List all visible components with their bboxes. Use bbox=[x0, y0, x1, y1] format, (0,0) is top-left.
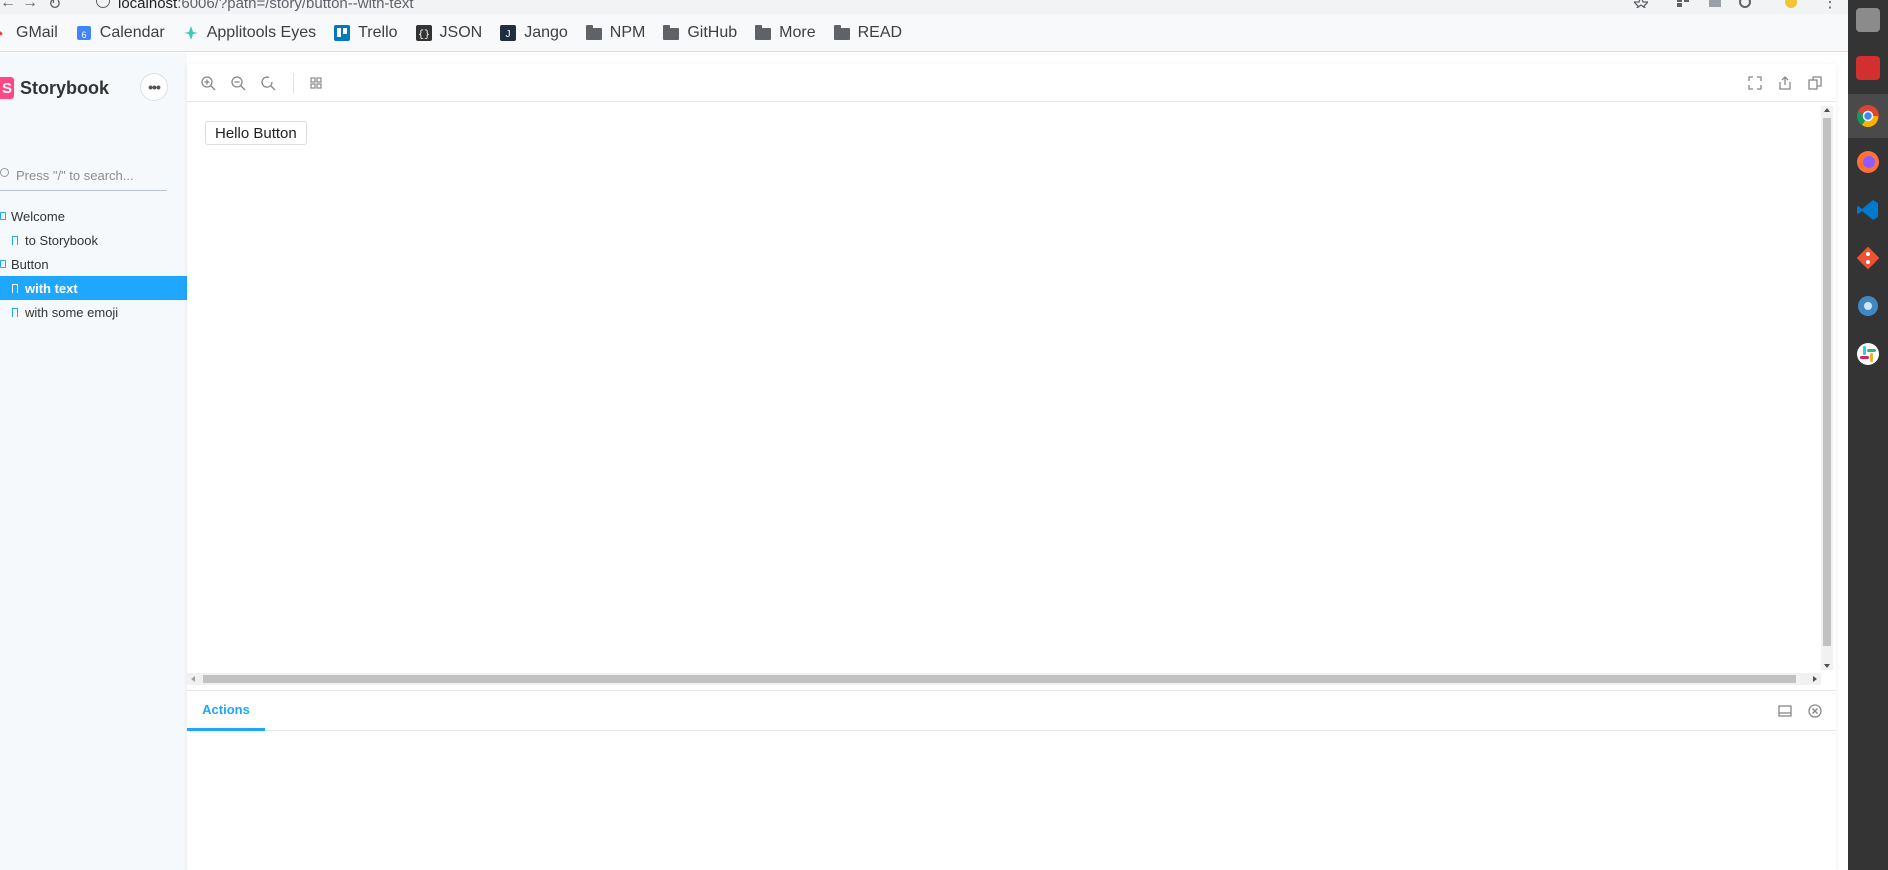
bookmark-npm[interactable]: NPM bbox=[585, 24, 645, 42]
search-box bbox=[0, 161, 167, 191]
extension-g-icon[interactable] bbox=[1738, 0, 1752, 8]
scroll-right-icon[interactable] bbox=[1813, 676, 1817, 682]
bookmark-jango[interactable]: J Jango bbox=[500, 24, 568, 42]
terminal-app-icon[interactable] bbox=[1856, 56, 1880, 80]
fullscreen-icon[interactable] bbox=[1747, 75, 1763, 91]
zoom-reset-icon[interactable] bbox=[260, 75, 276, 91]
qr-code-icon[interactable] bbox=[1676, 0, 1690, 8]
toolbar-divider bbox=[293, 73, 294, 93]
trello-icon bbox=[334, 24, 351, 41]
close-panel-icon[interactable] bbox=[1807, 703, 1823, 719]
browser-menu-icon[interactable]: ⋮ bbox=[1822, 0, 1838, 12]
folder-icon bbox=[663, 24, 680, 40]
folder-icon bbox=[585, 24, 602, 40]
copy-link-icon[interactable] bbox=[1807, 75, 1823, 91]
storybook-sidebar: S Storybook ••• Welcome to Storybook But… bbox=[0, 53, 187, 870]
scroll-up-icon[interactable] bbox=[1824, 108, 1830, 112]
bookmark-applitools[interactable]: Applitools Eyes bbox=[183, 24, 316, 42]
svg-text:{}: {} bbox=[418, 29, 430, 41]
bookmark-story-icon bbox=[12, 283, 18, 293]
preview-toolbar bbox=[187, 64, 1836, 102]
search-input[interactable] bbox=[16, 165, 164, 185]
svg-text:J: J bbox=[506, 29, 511, 40]
bookmark-more[interactable]: More bbox=[755, 24, 816, 42]
tree-group-welcome[interactable]: Welcome bbox=[0, 204, 187, 228]
sidebar-menu-button[interactable]: ••• bbox=[140, 73, 168, 101]
horizontal-scroll-thumb[interactable] bbox=[203, 675, 1796, 683]
site-info-icon[interactable] bbox=[96, 0, 110, 8]
component-icon bbox=[0, 260, 6, 268]
zoom-out-icon[interactable] bbox=[230, 75, 246, 91]
zoom-in-icon[interactable] bbox=[200, 75, 216, 91]
bookmark-trello[interactable]: Trello bbox=[334, 24, 398, 42]
applitools-icon bbox=[183, 25, 198, 40]
storybook-brand[interactable]: S Storybook bbox=[0, 73, 109, 103]
bookmarks-bar: GMail 6 Calendar Applitools Eyes Trello … bbox=[0, 14, 1848, 52]
folder-icon bbox=[833, 24, 850, 40]
files-app-icon[interactable] bbox=[1856, 8, 1880, 32]
brand-title: Storybook bbox=[20, 77, 110, 98]
bookmark-github[interactable]: GitHub bbox=[663, 24, 737, 42]
story-tree: Welcome to Storybook Button with text wi… bbox=[0, 204, 187, 324]
jango-icon: J bbox=[500, 24, 517, 41]
tab-actions[interactable]: Actions bbox=[187, 691, 265, 731]
calendar-icon: 6 bbox=[76, 25, 91, 40]
svg-text:6: 6 bbox=[81, 30, 86, 40]
vertical-scrollbar[interactable] bbox=[1821, 106, 1833, 670]
vertical-scroll-thumb[interactable] bbox=[1823, 118, 1831, 646]
shutter-icon[interactable] bbox=[1856, 294, 1880, 318]
reload-icon[interactable]: ↻ bbox=[48, 0, 61, 14]
back-arrow-icon[interactable]: ← bbox=[0, 0, 16, 12]
open-new-tab-icon[interactable] bbox=[1777, 75, 1793, 91]
bookmark-story-icon bbox=[12, 235, 18, 245]
tree-story-to-storybook[interactable]: to Storybook bbox=[0, 228, 187, 252]
forward-arrow-icon[interactable]: → bbox=[22, 0, 38, 12]
horizontal-scrollbar[interactable] bbox=[187, 673, 1821, 685]
grid-icon[interactable] bbox=[308, 75, 324, 91]
search-icon bbox=[0, 168, 9, 177]
preview-panel: Hello Button Actions bbox=[187, 64, 1836, 870]
git-icon[interactable] bbox=[1856, 246, 1880, 270]
addons-tab-bar: Actions bbox=[187, 691, 1836, 731]
scroll-left-icon[interactable] bbox=[191, 676, 195, 682]
chrome-icon[interactable] bbox=[1856, 104, 1880, 128]
bookmark-calendar[interactable]: 6 Calendar bbox=[76, 24, 165, 42]
folder-icon bbox=[755, 24, 772, 40]
gmail-icon bbox=[0, 30, 3, 35]
storybook-logo: S bbox=[0, 77, 14, 99]
component-icon bbox=[0, 212, 6, 220]
json-icon: {} bbox=[415, 24, 432, 41]
extension-icon[interactable] bbox=[1708, 0, 1722, 8]
browser-url-bar: ← → ↻ localhost:6006/?path=/story/button… bbox=[0, 0, 1848, 14]
panel-position-icon[interactable] bbox=[1777, 703, 1793, 719]
bookmark-gmail[interactable]: GMail bbox=[0, 24, 58, 42]
bookmark-star-icon[interactable] bbox=[1634, 0, 1648, 8]
scroll-down-icon[interactable] bbox=[1824, 664, 1830, 668]
bookmark-story-icon bbox=[12, 307, 18, 317]
firefox-icon[interactable] bbox=[1856, 150, 1880, 174]
addons-panel: Actions bbox=[187, 690, 1836, 870]
tree-story-with-text[interactable]: with text bbox=[0, 276, 187, 300]
hello-button[interactable]: Hello Button bbox=[205, 121, 307, 145]
profile-avatar-icon[interactable] bbox=[1784, 0, 1798, 8]
slack-icon[interactable] bbox=[1856, 342, 1880, 366]
tree-group-button[interactable]: Button bbox=[0, 252, 187, 276]
os-dock bbox=[1848, 0, 1888, 870]
address-field[interactable]: localhost:6006/?path=/story/button--with… bbox=[118, 0, 414, 12]
vscode-icon[interactable] bbox=[1856, 198, 1880, 222]
tree-story-with-some-emoji[interactable]: with some emoji bbox=[0, 300, 187, 324]
ellipsis-icon: ••• bbox=[148, 79, 161, 95]
bookmark-read[interactable]: READ bbox=[833, 24, 902, 42]
story-canvas: Hello Button bbox=[187, 103, 1836, 673]
bookmark-json[interactable]: {} JSON bbox=[415, 24, 482, 42]
